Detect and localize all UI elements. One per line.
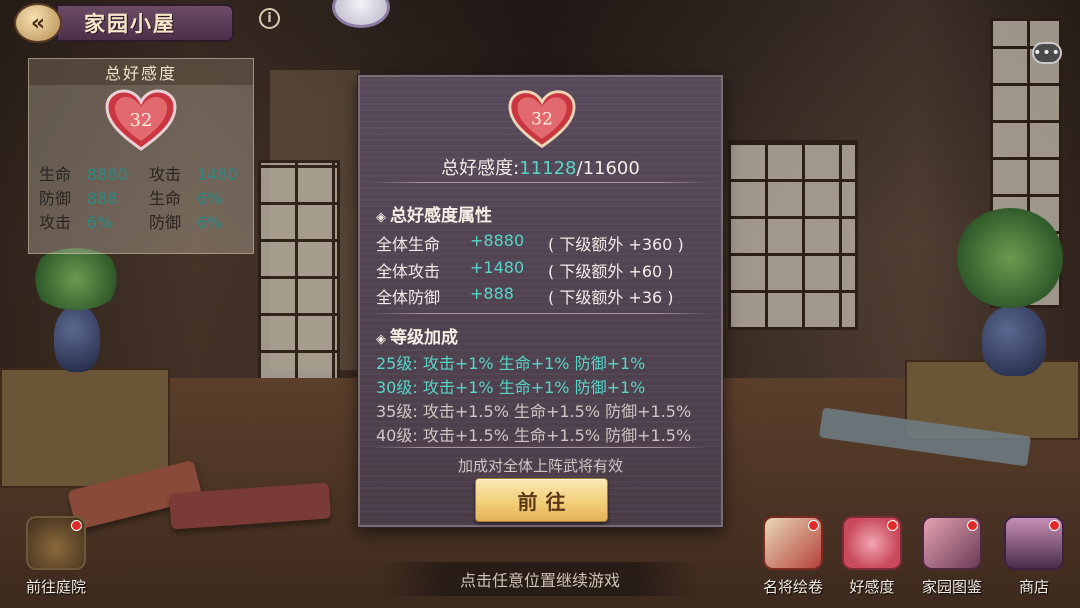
level-bonus-row: 35级: 攻击+1.5% 生命+1.5% 防御+1.5% <box>376 402 692 421</box>
attr-value: +888 <box>470 284 514 303</box>
heart-level-icon: 32 <box>508 90 576 149</box>
vase-right <box>982 306 1046 376</box>
bonus-note: 加成对全体上阵武将有效 <box>457 457 623 475</box>
level-bonus-row: 30级: 攻击+1% 生命+1% 防御+1% <box>376 378 646 397</box>
attr-name: 全体攻击 <box>376 262 441 281</box>
shoji-window-right <box>728 140 858 330</box>
page-title: 家园小屋 <box>56 4 234 42</box>
heart-level-number: 32 <box>130 110 153 131</box>
divider <box>374 313 707 314</box>
attr-next-level: ( 下级额外 +360 ) <box>548 235 684 254</box>
level-section-title: ◈ 等级加成 <box>376 323 458 348</box>
shop-icon <box>1004 516 1064 570</box>
stat-value: 1480 <box>197 165 238 184</box>
notification-dot <box>808 520 819 531</box>
notification-dot <box>887 520 898 531</box>
diamond-bullet-icon: ◈ <box>376 210 386 225</box>
chat-icon[interactable]: ••• <box>1032 42 1062 64</box>
stat-value: 6% <box>197 213 223 232</box>
affinity-detail-dialog: 32 总好感度:11128/11600 ◈ 总好感度属性 全体生命 +8880 (… <box>358 75 723 527</box>
stat-value: 6% <box>197 189 223 208</box>
notification-dot <box>967 520 978 531</box>
stat-value: 8880 <box>87 165 128 184</box>
home-album-label: 家园图鉴 <box>921 578 982 596</box>
attr-value: +1480 <box>470 258 525 277</box>
famous-generals-scroll-label: 名将绘卷 <box>762 578 823 596</box>
stat-value: 888 <box>87 189 118 208</box>
stat-value: 6% <box>87 213 113 232</box>
stat-label: 生命 <box>149 189 182 208</box>
go-button[interactable]: 前往 <box>475 478 608 522</box>
low-table <box>0 368 170 488</box>
stat-label: 防御 <box>149 213 182 232</box>
attr-row: 全体防御 +888 ( 下级额外 +36 ) <box>376 284 706 307</box>
shoji-door-left <box>258 160 340 390</box>
level-section-title-text: 等级加成 <box>390 328 458 348</box>
attr-row: 全体生命 +8880 ( 下级额外 +360 ) <box>376 231 706 254</box>
stat-label: 生命 <box>39 165 72 184</box>
heart-level-number: 32 <box>531 110 553 130</box>
shop-button[interactable]: 商店 <box>992 516 1076 602</box>
info-icon[interactable]: i <box>259 8 280 29</box>
famous-generals-scroll-button[interactable]: 名将绘卷 <box>751 516 835 602</box>
divider <box>374 447 707 448</box>
stat-label: 防御 <box>39 189 72 208</box>
back-button[interactable]: « <box>14 3 62 43</box>
attr-section-title: ◈ 总好感度属性 <box>376 201 492 226</box>
goto-courtyard-button[interactable]: 前往庭院 <box>14 516 98 602</box>
flowers-left <box>28 248 124 310</box>
courtyard-icon <box>26 516 86 570</box>
level-bonus-row: 25级: 攻击+1% 生命+1% 防御+1% <box>376 354 646 373</box>
affinity-button[interactable]: 好感度 <box>830 516 914 602</box>
goto-courtyard-label: 前往庭院 <box>25 578 86 596</box>
attr-name: 全体生命 <box>376 235 441 254</box>
heart-level-icon: 32 <box>105 89 177 151</box>
vase-left <box>54 306 100 372</box>
affinity-gift-icon <box>842 516 902 570</box>
stat-label: 攻击 <box>39 213 72 232</box>
total-affinity: 总好感度:11128/11600 <box>360 154 721 180</box>
album-icon <box>922 516 982 570</box>
affinity-stats-grid: 生命 8880 攻击 1480 防御 888 生命 6% 攻击 6% 防御 6% <box>39 165 249 233</box>
notification-dot <box>71 520 82 531</box>
level-bonus-row: 40级: 攻击+1.5% 生命+1.5% 防御+1.5% <box>376 426 692 445</box>
stat-label: 攻击 <box>149 165 182 184</box>
tap-to-continue-hint[interactable]: 点击任意位置继续游戏 <box>380 562 700 596</box>
affinity-summary-panel: 总好感度 32 生命 8880 攻击 1480 防御 888 生命 6% 攻击 … <box>28 58 254 254</box>
affinity-label: 好感度 <box>849 578 895 596</box>
scroll-icon <box>763 516 823 570</box>
plant-right <box>955 208 1065 308</box>
back-arrow-icon: « <box>30 10 46 36</box>
attr-name: 全体防御 <box>376 288 441 307</box>
top-bar: 家园小屋 « <box>0 0 240 46</box>
attr-row: 全体攻击 +1480 ( 下级额外 +60 ) <box>376 258 706 281</box>
diamond-bullet-icon: ◈ <box>376 332 386 347</box>
total-affinity-label: 总好感度: <box>441 158 520 179</box>
divider <box>374 182 707 183</box>
home-album-button[interactable]: 家园图鉴 <box>910 516 994 602</box>
total-affinity-max: /11600 <box>576 158 640 179</box>
attr-section-title-text: 总好感度属性 <box>390 206 492 226</box>
attr-next-level: ( 下级额外 +36 ) <box>548 288 674 307</box>
notification-dot <box>1049 520 1060 531</box>
shop-label: 商店 <box>1018 578 1049 596</box>
affinity-summary-title: 总好感度 <box>29 59 253 85</box>
attr-next-level: ( 下级额外 +60 ) <box>548 262 674 281</box>
total-affinity-current: 11128 <box>519 158 577 179</box>
attr-value: +8880 <box>470 231 525 250</box>
